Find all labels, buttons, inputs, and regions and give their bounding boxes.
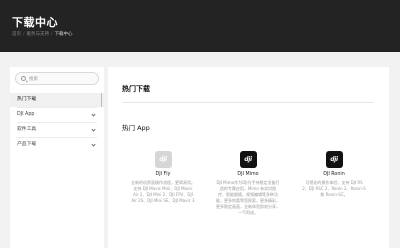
app-card-dji-fly[interactable]: dji DJI Fly 全新的机界面操作流程，更简易用。支持 DJI Mavic… (129, 151, 197, 204)
app-description: 全新的机界面操作流程，更简易用。支持 DJI Mavic Mini、DJI Ma… (131, 180, 195, 203)
section-heading: 热门下载 (122, 85, 150, 93)
breadcrumb-separator: / (51, 32, 53, 37)
hot-apps-heading: 热门 App (122, 124, 150, 132)
dji-logo-icon: dji (154, 151, 172, 168)
sidebar-item-label: 产品下载 (17, 142, 37, 147)
breadcrumb-service[interactable]: 服务与支持 (27, 32, 50, 37)
breadcrumb-current: 下载中心 (54, 32, 73, 37)
sidebar-item-label: 软件工具 (17, 127, 37, 132)
sidebar: 热门下载 DJI App 软件工具 产品下载 (10, 67, 104, 248)
page-hero: 下载中心 首页 / 服务与支持 / 下载中心 (0, 0, 400, 52)
app-name: DJI Mimo (237, 172, 259, 177)
breadcrumb-separator: / (23, 32, 25, 37)
chevron-down-icon (91, 142, 96, 147)
chevron-down-icon (91, 127, 96, 132)
search-input[interactable] (29, 73, 97, 85)
breadcrumb-home[interactable]: 首页 (12, 32, 21, 37)
app-card-dji-ronin[interactable]: dji DJI Ronin 可视化的操作体验，支持 DJI RS 2、DJI R… (300, 151, 368, 198)
sidebar-item-dji-app[interactable]: DJI App (10, 108, 104, 122)
divider (122, 102, 374, 103)
sidebar-item-hot-downloads[interactable]: 热门下载 (10, 93, 104, 107)
app-description: 可视化的操作体验，支持 DJI RS 2、DJI RSC 2、Ronin 2、R… (302, 180, 366, 197)
app-card-dji-mimo[interactable]: dji DJI Mimo DJI Mimo作为DJI为手持稳定设备打造的专属应用… (214, 151, 282, 216)
dji-logo-icon: dji (239, 151, 257, 168)
sidebar-item-label: DJI App (17, 112, 35, 117)
page-title: 下载中心 (12, 16, 58, 29)
search-icon (21, 76, 26, 81)
main-content: 热门下载 热门 App dji DJI Fly 全新的机界面操作流程，更简易用。… (108, 67, 389, 248)
dji-logo-icon: dji (325, 151, 343, 168)
breadcrumb: 首页 / 服务与支持 / 下载中心 (12, 31, 73, 37)
app-description: DJI Mimo作为DJI为手持稳定设备打造的专属应用，Mimo 有实时图传、智… (216, 180, 280, 215)
sidebar-item-label: 热门下载 (17, 97, 37, 102)
app-name: DJI Ronin (323, 172, 345, 177)
chevron-down-icon (91, 112, 96, 117)
sidebar-item-product-downloads[interactable]: 产品下载 (10, 138, 104, 152)
sidebar-item-software-tools[interactable]: 软件工具 (10, 123, 104, 137)
app-name: DJI Fly (155, 172, 171, 177)
search-box (15, 72, 99, 85)
